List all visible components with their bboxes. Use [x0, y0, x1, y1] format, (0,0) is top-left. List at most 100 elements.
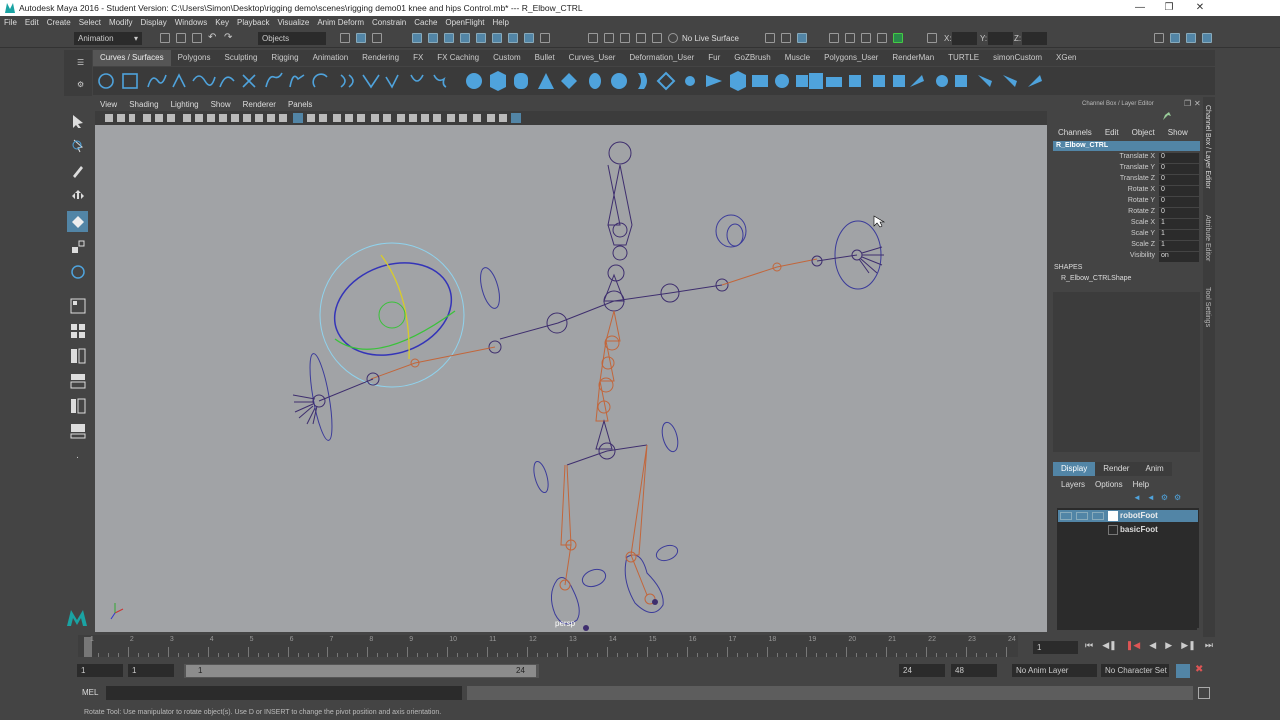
select-object-icon[interactable]: [356, 33, 366, 43]
channel-value[interactable]: 0: [1159, 175, 1199, 185]
character-set-dropdown[interactable]: No Character Set: [1101, 664, 1169, 677]
layer-row-robotfoot[interactable]: robotFoot: [1058, 510, 1198, 522]
panel-menu-view[interactable]: View: [100, 100, 117, 109]
right-arm-orange[interactable]: [721, 258, 818, 286]
layer-menu-options[interactable]: Options: [1095, 480, 1123, 489]
channel-value[interactable]: 0: [1159, 153, 1199, 163]
channel-row[interactable]: Rotate X 0: [1050, 186, 1200, 197]
paint-select-tool-icon[interactable]: [67, 160, 88, 181]
menu-display[interactable]: Display: [141, 18, 167, 27]
channel-menu-object[interactable]: Object: [1132, 128, 1155, 137]
shelf-tab-deformation-user[interactable]: Deformation_User: [622, 50, 701, 66]
channel-value[interactable]: 0: [1159, 197, 1199, 207]
scale-tool-icon[interactable]: [67, 236, 88, 257]
float-icon[interactable]: ❐: [1184, 99, 1191, 108]
snap-view-plane-icon[interactable]: [636, 33, 646, 43]
step-back-key-icon[interactable]: ❚◀: [1126, 640, 1140, 654]
menu-visualize[interactable]: Visualize: [277, 18, 309, 27]
layer-menu-layers[interactable]: Layers: [1061, 480, 1085, 489]
current-frame-field[interactable]: 1: [1033, 641, 1078, 654]
shelf-tab-sculpting[interactable]: Sculpting: [218, 50, 265, 66]
playback-toggle-icon[interactable]: [1076, 512, 1088, 520]
selected-node[interactable]: R_Elbow_CTRL: [1053, 141, 1200, 151]
new-layer-icon[interactable]: ⚙: [1161, 493, 1168, 503]
shelf-tab-renderman[interactable]: RenderMan: [885, 50, 941, 66]
mask-joints-icon[interactable]: [428, 33, 438, 43]
channel-row[interactable]: Translate Y 0: [1050, 164, 1200, 175]
close-icon[interactable]: ✕: [1184, 0, 1216, 16]
shelf-tab-custom[interactable]: Custom: [486, 50, 528, 66]
select-component-icon[interactable]: [372, 33, 382, 43]
transform-field-icon[interactable]: [927, 33, 937, 43]
menu-openflight[interactable]: OpenFlight: [445, 18, 484, 27]
menu-anim-deform[interactable]: Anim Deform: [317, 18, 364, 27]
menu-edit[interactable]: Edit: [25, 18, 39, 27]
time-slider[interactable]: 1 2 3 4 5 6 7 8 9 10 11 12 13 14 15 16 17 18 19 20 21 22 23 24: [78, 635, 1018, 657]
display-type-icon[interactable]: [1092, 512, 1104, 520]
channel-row[interactable]: Visibility on: [1050, 252, 1200, 263]
mask-dynamics-icon[interactable]: [492, 33, 502, 43]
nurbs-controls[interactable]: [305, 214, 882, 625]
panel-menu-renderer[interactable]: Renderer: [243, 100, 276, 109]
shelf-tab-turtle[interactable]: TURTLE: [941, 50, 986, 66]
snap-grid-icon[interactable]: [588, 33, 598, 43]
undo-icon[interactable]: ↶: [208, 33, 218, 43]
menu-playback[interactable]: Playback: [237, 18, 269, 27]
mask-deformers-icon[interactable]: [476, 33, 486, 43]
step-back-frame-icon[interactable]: ◀❚: [1102, 640, 1116, 654]
channel-value[interactable]: 0: [1159, 186, 1199, 196]
auto-key-icon[interactable]: [1176, 664, 1190, 678]
hypershade-icon[interactable]: [861, 33, 871, 43]
viewport-persp[interactable]: persp: [95, 125, 1047, 632]
redo-icon[interactable]: ↷: [224, 33, 234, 43]
last-tool-icon[interactable]: [67, 261, 88, 282]
shelf-tab-curves-surfaces[interactable]: Curves / Surfaces: [93, 50, 171, 66]
snap-point-icon[interactable]: [620, 33, 630, 43]
layout-outliner-icon[interactable]: [67, 395, 88, 416]
panel-menu-shading[interactable]: Shading: [129, 100, 158, 109]
light-editor-icon[interactable]: [893, 33, 903, 43]
move-tool-icon[interactable]: [67, 185, 88, 206]
channel-menu-channels[interactable]: Channels: [1058, 128, 1092, 137]
side-tab-channel-box[interactable]: Channel Box / Layer Editor: [1204, 105, 1211, 189]
leg-joints[interactable]: [559, 444, 656, 605]
shelf-tab-bullet[interactable]: Bullet: [528, 50, 562, 66]
channel-value[interactable]: 1: [1159, 230, 1199, 240]
channel-row[interactable]: Rotate Y 0: [1050, 197, 1200, 208]
mask-surfaces-icon[interactable]: [460, 33, 470, 43]
mask-rendering-icon[interactable]: [508, 33, 518, 43]
playback-start-field[interactable]: 1: [128, 664, 174, 677]
layer-tab-display[interactable]: Display: [1053, 462, 1096, 476]
animation-start-field[interactable]: 1: [77, 664, 123, 677]
menu-cache[interactable]: Cache: [414, 18, 437, 27]
left-arm-joints[interactable]: [488, 300, 615, 354]
layer-color-icon[interactable]: [1108, 511, 1118, 521]
channel-row[interactable]: Scale Y 1: [1050, 230, 1200, 241]
layer-scrollbar[interactable]: [1057, 622, 1197, 630]
go-to-start-icon[interactable]: ⏮: [1085, 640, 1093, 654]
shelf-tab-curves-user[interactable]: Curves_User: [562, 50, 623, 66]
snap-live-icon[interactable]: [652, 33, 662, 43]
side-tab-attribute-editor[interactable]: Attribute Editor: [1204, 215, 1211, 261]
channel-menu-edit[interactable]: Edit: [1105, 128, 1119, 137]
panel-menu-lighting[interactable]: Lighting: [171, 100, 199, 109]
lasso-tool-icon[interactable]: [67, 135, 88, 156]
layer-menu-help[interactable]: Help: [1133, 480, 1149, 489]
menu-windows[interactable]: Windows: [175, 18, 207, 27]
channel-row[interactable]: Translate Z 0: [1050, 175, 1200, 186]
mask-misc-icon[interactable]: [524, 33, 534, 43]
shelf-tab-rendering[interactable]: Rendering: [355, 50, 406, 66]
menu-constrain[interactable]: Constrain: [372, 18, 406, 27]
shelf-tab-xgen[interactable]: XGen: [1049, 50, 1083, 66]
channel-value[interactable]: 0: [1159, 164, 1199, 174]
minimize-icon[interactable]: —: [1124, 0, 1156, 16]
layout-side-icon[interactable]: [67, 345, 88, 366]
channel-value[interactable]: 0: [1159, 208, 1199, 218]
anim-layer-dropdown[interactable]: No Anim Layer: [1012, 664, 1097, 677]
visibility-toggle-icon[interactable]: [1060, 512, 1072, 520]
mask-handles-icon[interactable]: [412, 33, 422, 43]
shelf-tab-fx[interactable]: FX: [406, 50, 430, 66]
pin-icon[interactable]: [1160, 111, 1174, 121]
channel-row[interactable]: Translate X 0: [1050, 153, 1200, 164]
step-forward-key-icon[interactable]: ▶❚: [1181, 640, 1195, 654]
